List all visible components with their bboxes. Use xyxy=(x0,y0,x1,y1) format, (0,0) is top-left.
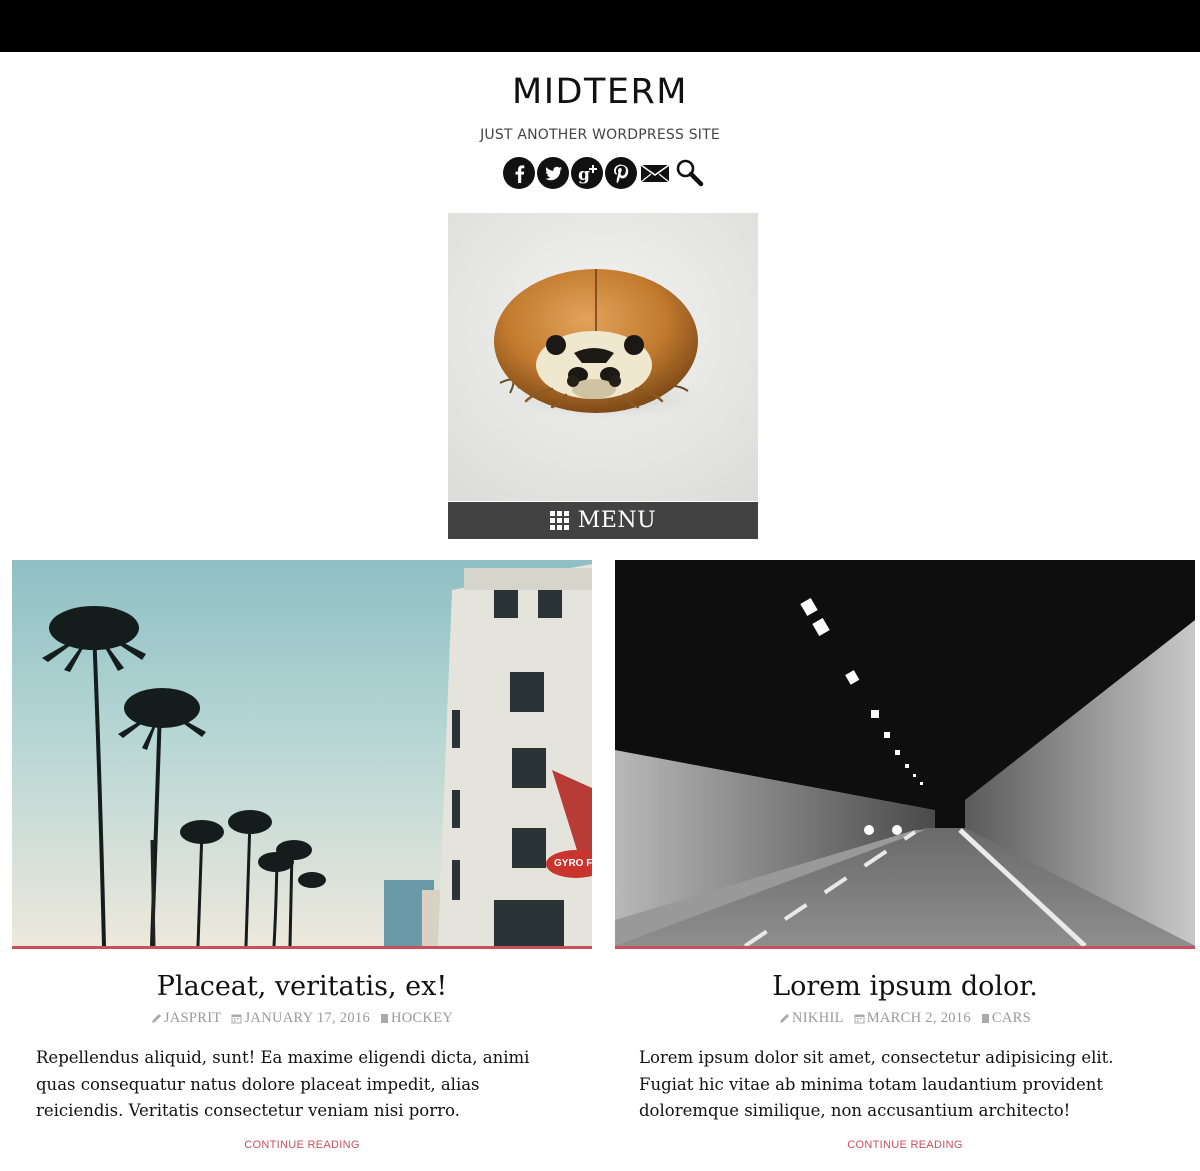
pencil-icon xyxy=(151,1014,161,1023)
post-category-label: HOCKEY xyxy=(390,1010,454,1026)
post-meta: JASPRIT JANUARY 17, 2016 HOCKEY xyxy=(12,1010,592,1029)
post-author-label: NIKHIL xyxy=(792,1010,844,1026)
site-tagline: JUST ANOTHER WORDPRESS SITE xyxy=(480,127,720,143)
post-category-label: CARS xyxy=(991,1010,1031,1026)
google-plus-icon[interactable]: g xyxy=(570,156,604,190)
top-bar xyxy=(0,0,1200,52)
post-author[interactable]: JASPRIT xyxy=(151,1010,222,1027)
post-meta: NIKHIL MARCH 2, 2016 CARS xyxy=(615,1010,1195,1029)
social-icons: g xyxy=(502,156,706,190)
search-icon[interactable] xyxy=(672,156,706,190)
post-date[interactable]: MARCH 2, 2016 xyxy=(854,1010,971,1027)
post-card: GYRO FALAFEL Placeat, veritatis, ex! JAS… xyxy=(12,560,592,1151)
twitter-icon[interactable] xyxy=(536,156,570,190)
post-category[interactable]: HOCKEY xyxy=(380,1010,453,1027)
post-thumbnail[interactable] xyxy=(615,560,1195,946)
sign-text: GYRO FALAFEL xyxy=(554,858,592,869)
pinterest-icon[interactable] xyxy=(604,156,638,190)
post-date-label: MARCH 2, 2016 xyxy=(866,1010,971,1026)
calendar-icon xyxy=(854,1014,865,1024)
post-date-label: JANUARY 17, 2016 xyxy=(244,1010,370,1026)
menu-button[interactable]: MENU xyxy=(448,502,758,539)
thumbnail-accent-line xyxy=(12,946,592,949)
post-author-label: JASPRIT xyxy=(163,1010,222,1026)
folder-icon xyxy=(380,1014,388,1023)
calendar-icon xyxy=(231,1014,242,1024)
site-title[interactable]: MIDTERM xyxy=(0,72,1200,112)
thumbnail-accent-line xyxy=(615,946,1195,949)
email-icon[interactable] xyxy=(638,156,672,190)
folder-icon xyxy=(981,1014,989,1023)
header-image xyxy=(448,213,758,501)
post-author[interactable]: NIKHIL xyxy=(779,1010,844,1027)
post-card: Lorem ipsum dolor. NIKHIL MARCH 2, 2016 … xyxy=(615,560,1195,1151)
continue-reading-link[interactable]: CONTINUE READING xyxy=(12,1139,592,1151)
post-title[interactable]: Lorem ipsum dolor. xyxy=(615,971,1195,1002)
post-excerpt: Repellendus aliquid, sunt! Ea maxime eli… xyxy=(36,1048,530,1120)
svg-text:g: g xyxy=(578,165,590,185)
post-category[interactable]: CARS xyxy=(981,1010,1031,1027)
post-title[interactable]: Placeat, veritatis, ex! xyxy=(12,971,592,1002)
post-excerpt: Lorem ipsum dolor sit amet, consectetur … xyxy=(639,1048,1114,1120)
post-thumbnail[interactable]: GYRO FALAFEL xyxy=(12,560,592,946)
pencil-icon xyxy=(780,1014,790,1023)
post-date[interactable]: JANUARY 17, 2016 xyxy=(231,1010,370,1027)
menu-label: MENU xyxy=(577,508,657,533)
facebook-icon[interactable] xyxy=(502,156,536,190)
grid-icon xyxy=(549,511,569,530)
continue-reading-link[interactable]: CONTINUE READING xyxy=(615,1139,1195,1151)
